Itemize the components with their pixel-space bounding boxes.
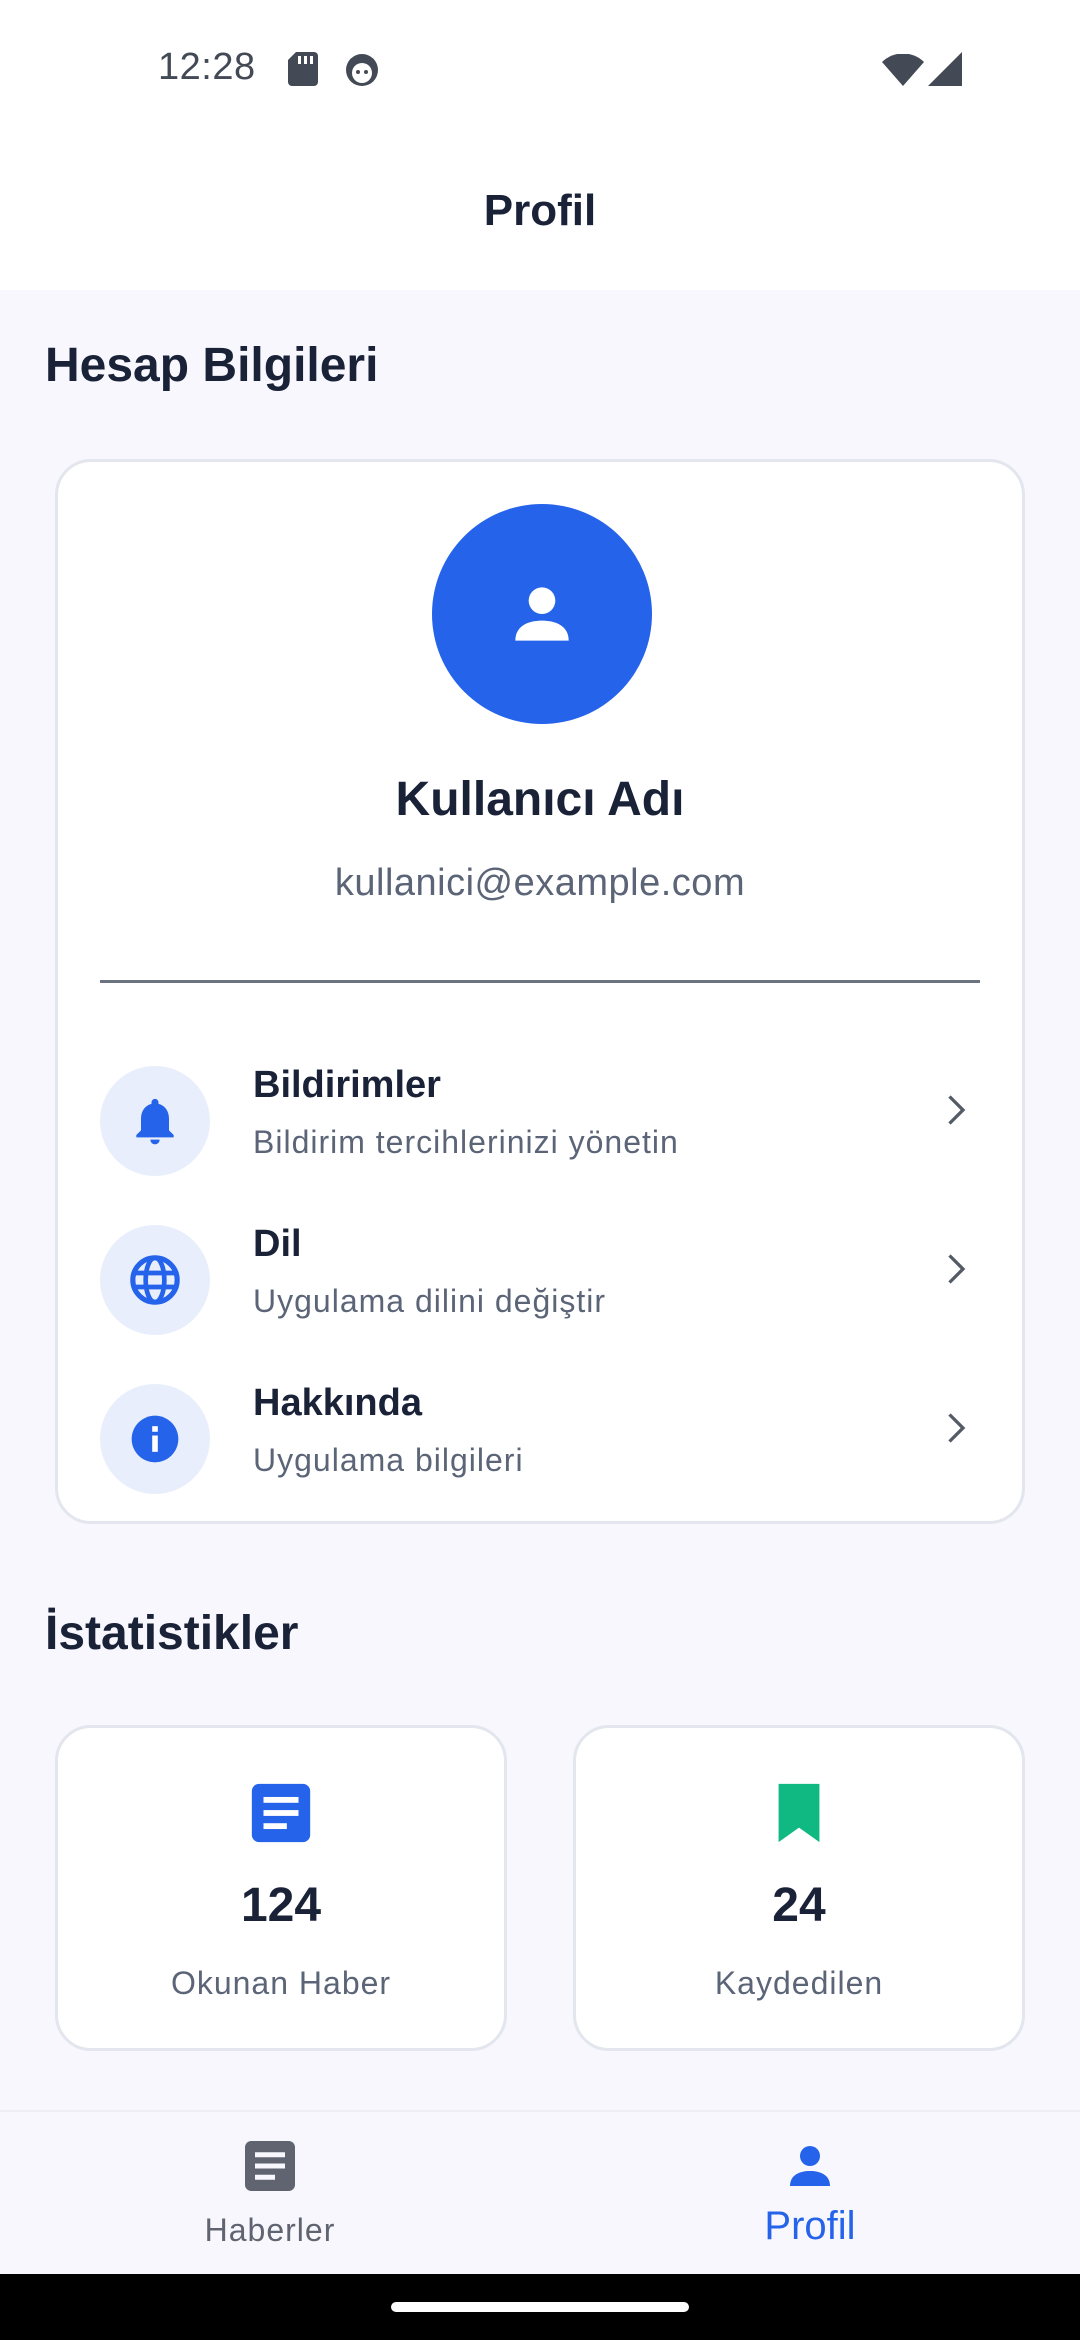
face-icon — [344, 52, 380, 93]
stat-label: Okunan Haber — [170, 1965, 392, 2001]
menu-item-language[interactable]: Dil Uygulama dilini değiştir — [58, 1211, 1022, 1351]
bell-icon — [136, 1098, 174, 1145]
status-bar: 12:28 — [0, 0, 1080, 140]
wifi-icon — [882, 53, 924, 91]
article-icon — [245, 2141, 295, 2191]
chevron-right-icon — [948, 1254, 966, 1284]
menu-item-title: Bildirimler — [253, 1064, 441, 1106]
icon-circle — [100, 1384, 210, 1494]
home-gesture-handle[interactable] — [391, 2302, 689, 2312]
menu-item-subtitle: Bildirim tercihlerinizi yönetin — [253, 1124, 679, 1160]
icon-circle — [100, 1225, 210, 1335]
bottom-nav: Haberler Profil — [0, 2110, 1080, 2274]
person-icon — [515, 587, 569, 641]
menu-item-notifications[interactable]: Bildirimler Bildirim tercihlerinizi yöne… — [58, 1052, 1022, 1192]
account-card: Kullanıcı Adı kullanici@example.com Bild… — [55, 459, 1025, 1524]
menu-item-subtitle: Uygulama bilgileri — [253, 1442, 524, 1478]
stat-card-read-news: 124 Okunan Haber — [55, 1725, 507, 2051]
stat-label: Kaydedilen — [714, 1965, 884, 2001]
stats-section-title: İstatistikler — [45, 1607, 299, 1660]
article-icon — [251, 1783, 311, 1843]
cellular-signal-icon — [928, 52, 962, 91]
menu-item-title: Dil — [253, 1223, 302, 1265]
info-icon — [131, 1415, 179, 1463]
nav-item-news[interactable]: Haberler — [0, 2112, 540, 2276]
nav-item-profile[interactable]: Profil — [540, 2112, 1080, 2276]
sd-card-icon — [288, 52, 318, 91]
stat-card-saved: 24 Kaydedilen — [573, 1725, 1025, 2051]
user-name: Kullanıcı Adı — [395, 773, 685, 826]
person-icon — [790, 2146, 830, 2186]
nav-label: Profil — [764, 2204, 856, 2248]
bookmark-icon — [778, 1783, 820, 1843]
system-navigation-bar — [0, 2274, 1080, 2340]
menu-item-subtitle: Uygulama dilini değiştir — [253, 1283, 607, 1319]
app-bar: Profil — [0, 140, 1080, 290]
status-time: 12:28 — [158, 46, 256, 88]
divider — [100, 980, 980, 983]
page-title: Profil — [483, 186, 597, 235]
nav-label: Haberler — [204, 2212, 336, 2248]
globe-icon — [130, 1255, 180, 1305]
account-section-title: Hesap Bilgileri — [45, 339, 379, 392]
user-email: kullanici@example.com — [334, 862, 746, 904]
stat-value: 124 — [240, 1879, 322, 1932]
stat-value: 24 — [772, 1879, 826, 1932]
chevron-right-icon — [948, 1413, 966, 1443]
chevron-right-icon — [948, 1095, 966, 1125]
menu-item-about[interactable]: Hakkında Uygulama bilgileri — [58, 1370, 1022, 1510]
icon-circle — [100, 1066, 210, 1176]
avatar — [432, 504, 652, 724]
menu-item-title: Hakkında — [253, 1382, 422, 1424]
